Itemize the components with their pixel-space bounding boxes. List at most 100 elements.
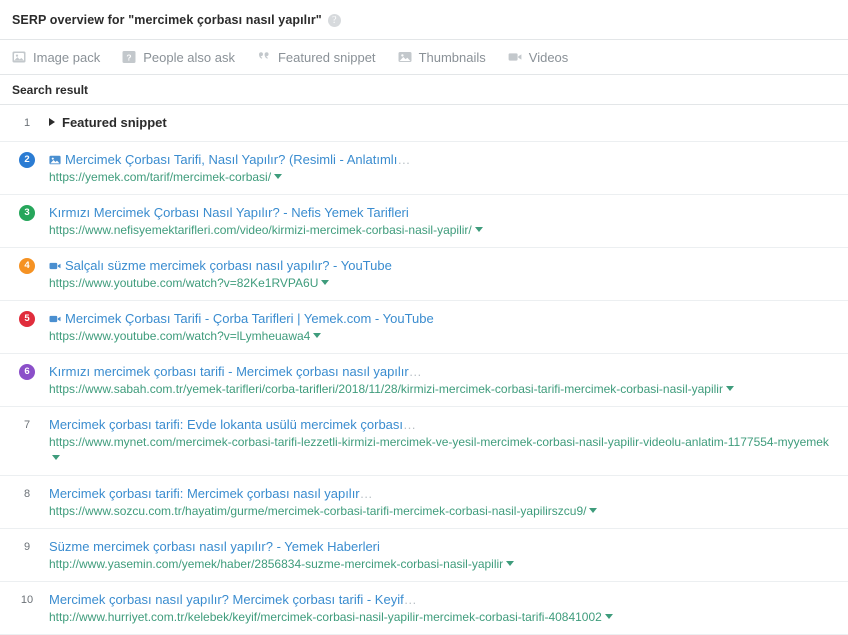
result-title-line: Mercimek Çorbası Tarifi - Çorba Tarifler… xyxy=(49,310,836,327)
table-row[interactable]: 7 Mercimek çorbası tarifi: Evde lokanta … xyxy=(0,407,848,476)
result-title-line: Mercimek Çorbası Tarifi, Nasıl Yapılır? … xyxy=(49,151,836,168)
rank-number: 1 xyxy=(23,117,31,129)
result-url-text: https://www.mynet.com/mercimek-corbasi-t… xyxy=(49,435,829,449)
title-ellipsis: … xyxy=(359,486,373,501)
rank-badge: 4 xyxy=(19,258,35,274)
people-also-ask-icon: ? xyxy=(122,51,136,63)
result-title-link[interactable]: Salçalı süzme mercimek çorbası nasıl yap… xyxy=(65,258,392,273)
result-url[interactable]: https://www.nefisyemektarifleri.com/vide… xyxy=(49,222,836,238)
title-ellipsis: … xyxy=(403,592,417,607)
rank-cell: 4 xyxy=(12,257,42,274)
page-title: SERP overview for "mercimek çorbası nası… xyxy=(12,12,322,27)
serp-feature-people-also-ask[interactable]: ? People also ask xyxy=(122,50,235,65)
result-url[interactable]: https://www.sozcu.com.tr/hayatim/gurme/m… xyxy=(49,503,836,519)
rank-cell: 5 xyxy=(12,310,42,327)
featured-snippet-line[interactable]: Featured snippet xyxy=(49,114,836,131)
result-url-text: https://www.sozcu.com.tr/hayatim/gurme/m… xyxy=(49,504,587,518)
rank-number: 10 xyxy=(20,594,34,606)
chevron-down-icon[interactable] xyxy=(506,561,515,566)
serp-feature-label: Videos xyxy=(528,49,569,65)
result-url[interactable]: https://www.sabah.com.tr/yemek-tarifleri… xyxy=(49,381,836,397)
video-camera-icon xyxy=(49,315,61,323)
rank-badge: 2 xyxy=(19,152,35,168)
table-row[interactable]: 6 Kırmızı mercimek çorbası tarifi - Merc… xyxy=(0,354,848,407)
image-pack-icon xyxy=(12,51,26,63)
result-content: Mercimek çorbası tarifi: Mercimek çorbas… xyxy=(42,485,836,519)
rank-cell: 10 xyxy=(12,591,42,608)
results-column-header: Search result xyxy=(0,75,848,105)
serp-feature-label: People also ask xyxy=(143,49,235,65)
serp-feature-image-pack[interactable]: Image pack xyxy=(12,50,100,65)
chevron-down-icon[interactable] xyxy=(274,174,283,179)
rank-cell: 2 xyxy=(12,151,42,168)
chevron-down-icon[interactable] xyxy=(313,333,322,338)
result-title-link[interactable]: Mercimek çorbası nasıl yapılır? Mercimek… xyxy=(49,592,404,607)
result-title-line: Salçalı süzme mercimek çorbası nasıl yap… xyxy=(49,257,836,274)
chevron-down-icon[interactable] xyxy=(321,280,330,285)
result-url-text: https://www.youtube.com/watch?v=82Ke1RVP… xyxy=(49,276,319,290)
result-title-link[interactable]: Mercimek Çorbası Tarifi - Çorba Tarifler… xyxy=(65,311,434,326)
table-row[interactable]: 3 Kırmızı Mercimek Çorbası Nasıl Yapılır… xyxy=(0,195,848,248)
result-content: Featured snippet xyxy=(42,114,836,132)
help-circle-icon[interactable]: ? xyxy=(327,14,341,27)
result-title-link[interactable]: Mercimek Çorbası Tarifi, Nasıl Yapılır? … xyxy=(65,152,397,167)
rank-badge: 3 xyxy=(19,205,35,221)
rank-cell: 3 xyxy=(12,204,42,221)
serp-feature-label: Thumbnails xyxy=(418,49,486,65)
rank-cell: 6 xyxy=(12,363,42,380)
result-title-link[interactable]: Kırmızı mercimek çorbası tarifi - Mercim… xyxy=(49,364,409,379)
table-row[interactable]: 4 Salçalı süzme mercimek çorbası nasıl y… xyxy=(0,248,848,301)
serp-feature-thumbnails[interactable]: Thumbnails xyxy=(398,50,486,65)
result-title-link[interactable]: Mercimek çorbası tarifi: Evde lokanta us… xyxy=(49,417,403,432)
result-url[interactable]: https://www.youtube.com/watch?v=lLymheua… xyxy=(49,328,836,344)
table-row[interactable]: 9 Süzme mercimek çorbası nasıl yapılır? … xyxy=(0,529,848,582)
chevron-down-icon[interactable] xyxy=(474,227,483,232)
video-camera-icon xyxy=(508,53,522,61)
result-title-link[interactable]: Mercimek çorbası tarifi: Mercimek çorbas… xyxy=(49,486,360,501)
result-title-line: Süzme mercimek çorbası nasıl yapılır? - … xyxy=(49,538,836,555)
serp-feature-videos[interactable]: Videos xyxy=(508,49,569,65)
rank-cell: 1 xyxy=(12,114,42,131)
result-content: Salçalı süzme mercimek çorbası nasıl yap… xyxy=(42,257,836,291)
result-title-link[interactable]: Kırmızı Mercimek Çorbası Nasıl Yapılır? … xyxy=(49,205,409,220)
result-content: Mercimek çorbası tarifi: Evde lokanta us… xyxy=(42,416,836,466)
result-url[interactable]: http://www.hurriyet.com.tr/kelebek/keyif… xyxy=(49,609,836,625)
result-title-link[interactable]: Süzme mercimek çorbası nasıl yapılır? - … xyxy=(49,539,380,554)
table-row[interactable]: 5 Mercimek Çorbası Tarifi - Çorba Tarifl… xyxy=(0,301,848,354)
rank-number: 7 xyxy=(23,419,31,431)
thumbnail-icon xyxy=(398,52,412,62)
chevron-down-icon[interactable] xyxy=(725,386,734,391)
chevron-down-icon[interactable] xyxy=(52,455,60,460)
rank-cell: 9 xyxy=(12,538,42,555)
result-url[interactable]: https://www.mynet.com/mercimek-corbasi-t… xyxy=(49,434,836,466)
expand-triangle-icon[interactable] xyxy=(49,118,55,126)
featured-snippet-label: Featured snippet xyxy=(62,115,167,130)
result-title-line: Mercimek çorbası nasıl yapılır? Mercimek… xyxy=(49,591,836,608)
video-camera-icon xyxy=(49,262,61,270)
svg-text:?: ? xyxy=(127,52,132,62)
table-row[interactable]: 8 Mercimek çorbası tarifi: Mercimek çorb… xyxy=(0,476,848,529)
result-url-text: http://www.hurriyet.com.tr/kelebek/keyif… xyxy=(49,610,602,624)
result-url[interactable]: https://www.youtube.com/watch?v=82Ke1RVP… xyxy=(49,275,836,291)
result-url-text: https://www.nefisyemektarifleri.com/vide… xyxy=(49,223,472,237)
rank-number: 9 xyxy=(23,541,31,553)
table-row[interactable]: 10 Mercimek çorbası nasıl yapılır? Merci… xyxy=(0,582,848,635)
result-url[interactable]: http://www.yasemin.com/yemek/haber/28568… xyxy=(49,556,836,572)
chevron-down-icon[interactable] xyxy=(604,614,613,619)
result-url[interactable]: https://yemek.com/tarif/mercimek-corbasi… xyxy=(49,169,836,185)
quote-icon xyxy=(258,52,269,59)
rank-cell: 8 xyxy=(12,485,42,502)
result-content: Süzme mercimek çorbası nasıl yapılır? - … xyxy=(42,538,836,572)
serp-feature-featured-snippet[interactable]: Featured snippet xyxy=(257,50,376,65)
result-url-text: https://www.youtube.com/watch?v=lLymheua… xyxy=(49,329,311,343)
table-row[interactable]: 1 Featured snippet xyxy=(0,105,848,142)
result-content: Mercimek Çorbası Tarifi - Çorba Tarifler… xyxy=(42,310,836,344)
result-content: Mercimek çorbası nasıl yapılır? Mercimek… xyxy=(42,591,836,625)
chevron-down-icon[interactable] xyxy=(589,508,598,513)
result-content: Kırmızı Mercimek Çorbası Nasıl Yapılır? … xyxy=(42,204,836,238)
result-title-line: Kırmızı Mercimek Çorbası Nasıl Yapılır? … xyxy=(49,204,836,221)
rank-badge: 5 xyxy=(19,311,35,327)
result-url-text: http://www.yasemin.com/yemek/haber/28568… xyxy=(49,557,504,571)
result-title-line: Kırmızı mercimek çorbası tarifi - Mercim… xyxy=(49,363,836,380)
table-row[interactable]: 2 Mercimek Çorbası Tarifi, Nasıl Yapılır… xyxy=(0,142,848,195)
